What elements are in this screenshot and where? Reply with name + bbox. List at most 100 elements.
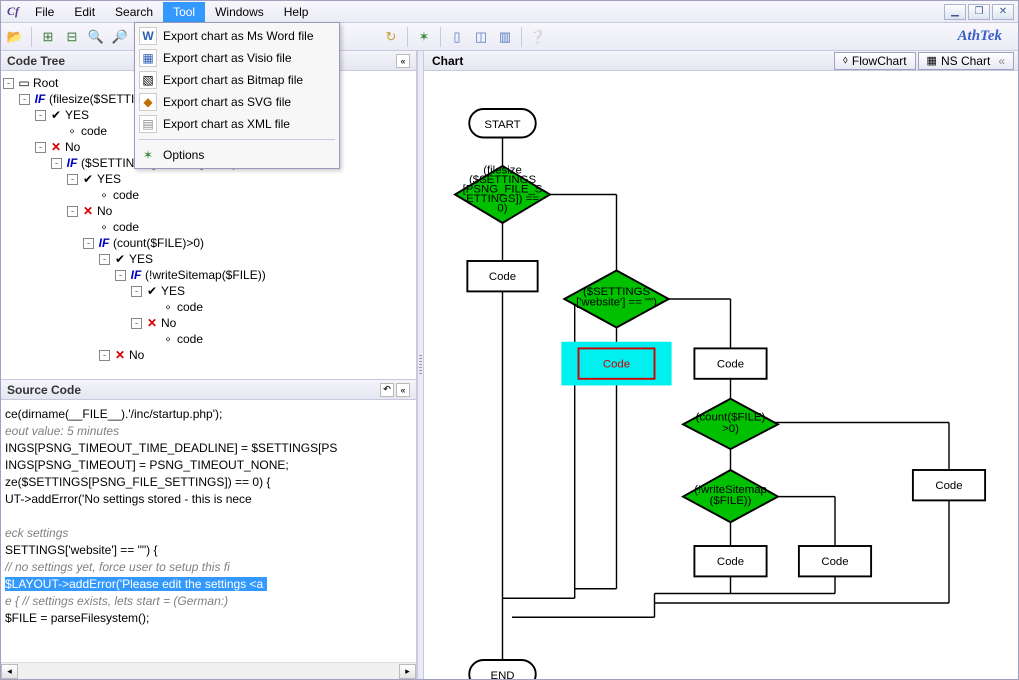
help-icon[interactable]: ❔ <box>528 27 548 47</box>
chart-canvas[interactable]: START (filesize ($SETTINGS [PSNG_FILE_S … <box>424 71 1018 679</box>
tree-label: No <box>129 347 144 363</box>
tree-row[interactable]: ∘code <box>3 331 414 347</box>
expander-icon[interactable]: - <box>3 78 14 89</box>
tree-row[interactable]: -✔YES <box>3 171 414 187</box>
dot-icon: ∘ <box>97 187 111 203</box>
expander-icon[interactable]: - <box>19 94 30 105</box>
x-icon: ✕ <box>113 347 127 363</box>
tab-label: FlowChart <box>852 54 907 68</box>
tree-label: (!writeSitemap($FILE)) <box>145 267 266 283</box>
svg-text:(!writeSitemap: (!writeSitemap <box>694 484 767 496</box>
chevron-icon: « <box>998 54 1005 68</box>
window-restore-button[interactable]: ❐ <box>968 4 990 20</box>
tree-label: YES <box>129 251 153 267</box>
tab-nschart[interactable]: ▦NS Chart« <box>918 52 1014 70</box>
menu-export-word[interactable]: WExport chart as Ms Word file <box>135 25 339 47</box>
tree-label: YES <box>97 171 121 187</box>
brand-label: AthTek <box>958 28 1014 45</box>
tree-row[interactable]: ∘code <box>3 187 414 203</box>
expander-icon[interactable]: - <box>51 158 62 169</box>
expander-icon[interactable]: - <box>99 254 110 265</box>
nschart-icon: ▦ <box>927 54 937 67</box>
layout3-icon[interactable]: ▥ <box>495 27 515 47</box>
tree-row[interactable]: -IF(count($FILE)>0) <box>3 235 414 251</box>
expander-icon[interactable]: - <box>131 286 142 297</box>
pane-undo-button[interactable]: ↶ <box>380 383 394 397</box>
zoom-out-icon[interactable]: 🔎 <box>110 27 130 47</box>
flowchart-icon: ⬨ <box>843 54 848 67</box>
expander-icon[interactable]: - <box>83 238 94 249</box>
svg-text:Code: Code <box>489 271 516 283</box>
menu-windows[interactable]: Windows <box>205 2 274 22</box>
expander-icon[interactable]: - <box>35 142 46 153</box>
zoom-in-icon[interactable]: 🔍 <box>86 27 106 47</box>
menu-search[interactable]: Search <box>105 2 163 22</box>
menu-export-xml[interactable]: ▤Export chart as XML file <box>135 113 339 135</box>
open-icon[interactable]: 📂 <box>5 27 25 47</box>
dot-icon: ∘ <box>97 219 111 235</box>
layout2-icon[interactable]: ◫ <box>471 27 491 47</box>
if-icon: IF <box>97 235 111 251</box>
x-icon: ✕ <box>49 139 63 155</box>
menu-options[interactable]: ✶Options <box>135 144 339 166</box>
collapse-icon[interactable]: ⊟ <box>62 27 82 47</box>
tree-row[interactable]: -IF(!writeSitemap($FILE)) <box>3 267 414 283</box>
tree-label: code <box>177 331 203 347</box>
menu-export-visio[interactable]: ▦Export chart as Visio file <box>135 47 339 69</box>
expander-icon[interactable]: - <box>115 270 126 281</box>
menu-export-svg[interactable]: ◆Export chart as SVG file <box>135 91 339 113</box>
expander-icon[interactable]: - <box>131 318 142 329</box>
expander-icon[interactable]: - <box>35 110 46 121</box>
dot-icon: ∘ <box>65 123 79 139</box>
expander-icon[interactable]: - <box>67 206 78 217</box>
settings-icon[interactable]: ✶ <box>414 27 434 47</box>
check-icon: ✔ <box>49 107 63 123</box>
expand-icon[interactable]: ⊞ <box>38 27 58 47</box>
layout1-icon[interactable]: ▯ <box>447 27 467 47</box>
svg-text:Code: Code <box>717 358 744 370</box>
window-minimize-button[interactable]: ▁ <box>944 4 966 20</box>
tree-row[interactable]: -✕No <box>3 203 414 219</box>
expander-icon[interactable]: - <box>67 174 78 185</box>
menu-item-label: Export chart as Visio file <box>163 51 292 65</box>
tree-row[interactable]: -✕No <box>3 315 414 331</box>
window-close-button[interactable]: ✕ <box>992 4 1014 20</box>
scroll-left-button[interactable]: ◂ <box>1 664 18 679</box>
pane-collapse-button[interactable]: « <box>396 383 410 397</box>
tree-row[interactable]: -✕No <box>3 347 414 363</box>
pane-title: Code Tree <box>7 54 65 68</box>
menu-export-bitmap[interactable]: ▧Export chart as Bitmap file <box>135 69 339 91</box>
svg-text:Code: Code <box>821 556 848 568</box>
menu-edit[interactable]: Edit <box>64 2 105 22</box>
tree-label: code <box>177 299 203 315</box>
tree-label: No <box>97 203 112 219</box>
vertical-splitter[interactable] <box>417 51 424 679</box>
scroll-right-button[interactable]: ▸ <box>399 664 416 679</box>
pane-collapse-button[interactable]: « <box>396 54 410 68</box>
source-code-body[interactable]: ce(dirname(__FILE__).'/inc/startup.php')… <box>1 400 416 662</box>
menu-help[interactable]: Help <box>274 2 319 22</box>
tree-row[interactable]: ∘code <box>3 299 414 315</box>
tree-label: (count($FILE)>0) <box>113 235 204 251</box>
tree-row[interactable]: -✔YES <box>3 283 414 299</box>
menubar: Cf File Edit Search Tool Windows Help ▁ … <box>1 1 1018 23</box>
menu-item-label: Export chart as XML file <box>163 117 290 131</box>
check-icon: ✔ <box>113 251 127 267</box>
check-icon: ✔ <box>145 283 159 299</box>
tree-label: Root <box>33 75 58 91</box>
svg-text:Code: Code <box>603 358 630 370</box>
tree-label: YES <box>65 107 89 123</box>
tree-row[interactable]: -✔YES <box>3 251 414 267</box>
tree-label: No <box>65 139 80 155</box>
tab-flowchart[interactable]: ⬨ FlowChart <box>834 52 916 70</box>
check-icon: ✔ <box>81 171 95 187</box>
menu-file[interactable]: File <box>25 2 64 22</box>
refresh-icon[interactable]: ↻ <box>381 27 401 47</box>
tree-row[interactable]: ∘code <box>3 219 414 235</box>
svg-text:['website'] == ""): ['website'] == "") <box>576 297 657 309</box>
svg-text:($FILE)): ($FILE)) <box>710 495 752 507</box>
tree-label: No <box>161 315 176 331</box>
expander-icon[interactable]: - <box>99 350 110 361</box>
menu-tool[interactable]: Tool <box>163 2 205 22</box>
horizontal-scrollbar[interactable]: ◂ ▸ <box>1 662 416 679</box>
